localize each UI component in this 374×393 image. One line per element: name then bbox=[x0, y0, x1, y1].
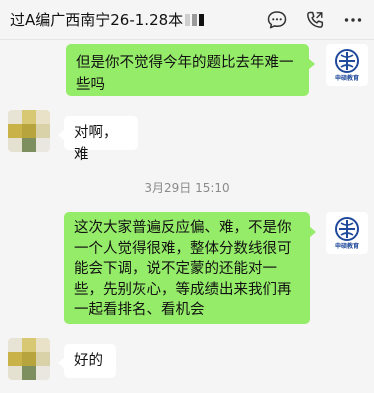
phone-icon[interactable] bbox=[304, 9, 326, 31]
brand-name: 申硕教育 bbox=[334, 243, 359, 250]
avatar-self[interactable]: 申硕教育 bbox=[326, 212, 368, 254]
chat-window: 过A编广西南宁26-1.28本 但是你不觉得今年的题比去年难一些吗 申硕教育 对… bbox=[0, 0, 374, 393]
message-text: 这次大家普遍反应偏、难，不是你一个人觉得很难，整体分数线很可能会下调，说不定蒙的… bbox=[74, 220, 292, 318]
message-text: 好的 bbox=[74, 353, 103, 369]
message-bubble-received[interactable]: 对啊，难 bbox=[58, 116, 138, 163]
message-bubble-sent[interactable]: 但是你不觉得今年的题比去年难一些吗 bbox=[66, 44, 315, 96]
message-bubble-sent[interactable]: 这次大家普遍反应偏、难，不是你一个人觉得很难，整体分数线很可能会下调，说不定蒙的… bbox=[64, 212, 316, 324]
avatar-self[interactable]: 申硕教育 bbox=[326, 44, 368, 86]
redacted-title-mosaic bbox=[185, 13, 205, 26]
more-options-icon[interactable] bbox=[342, 9, 364, 31]
avatar-contact[interactable] bbox=[8, 338, 50, 380]
message-timestamp: 3月29日 15:10 bbox=[144, 181, 230, 195]
brand-name: 申硕教育 bbox=[334, 75, 359, 82]
chat-title: 过A编广西南宁26-1.28本 bbox=[10, 11, 184, 29]
brand-logo-icon bbox=[335, 217, 359, 241]
avatar-contact[interactable] bbox=[8, 110, 50, 152]
header-actions bbox=[266, 0, 364, 40]
chat-bubble-icon[interactable] bbox=[266, 9, 288, 31]
chat-header: 过A编广西南宁26-1.28本 bbox=[0, 0, 374, 40]
message-text: 但是你不觉得今年的题比去年难一些吗 bbox=[76, 55, 294, 93]
message-bubble-received[interactable]: 好的 bbox=[58, 344, 116, 378]
brand-logo-icon bbox=[335, 49, 359, 73]
message-text: 对啊，难 bbox=[74, 125, 118, 163]
